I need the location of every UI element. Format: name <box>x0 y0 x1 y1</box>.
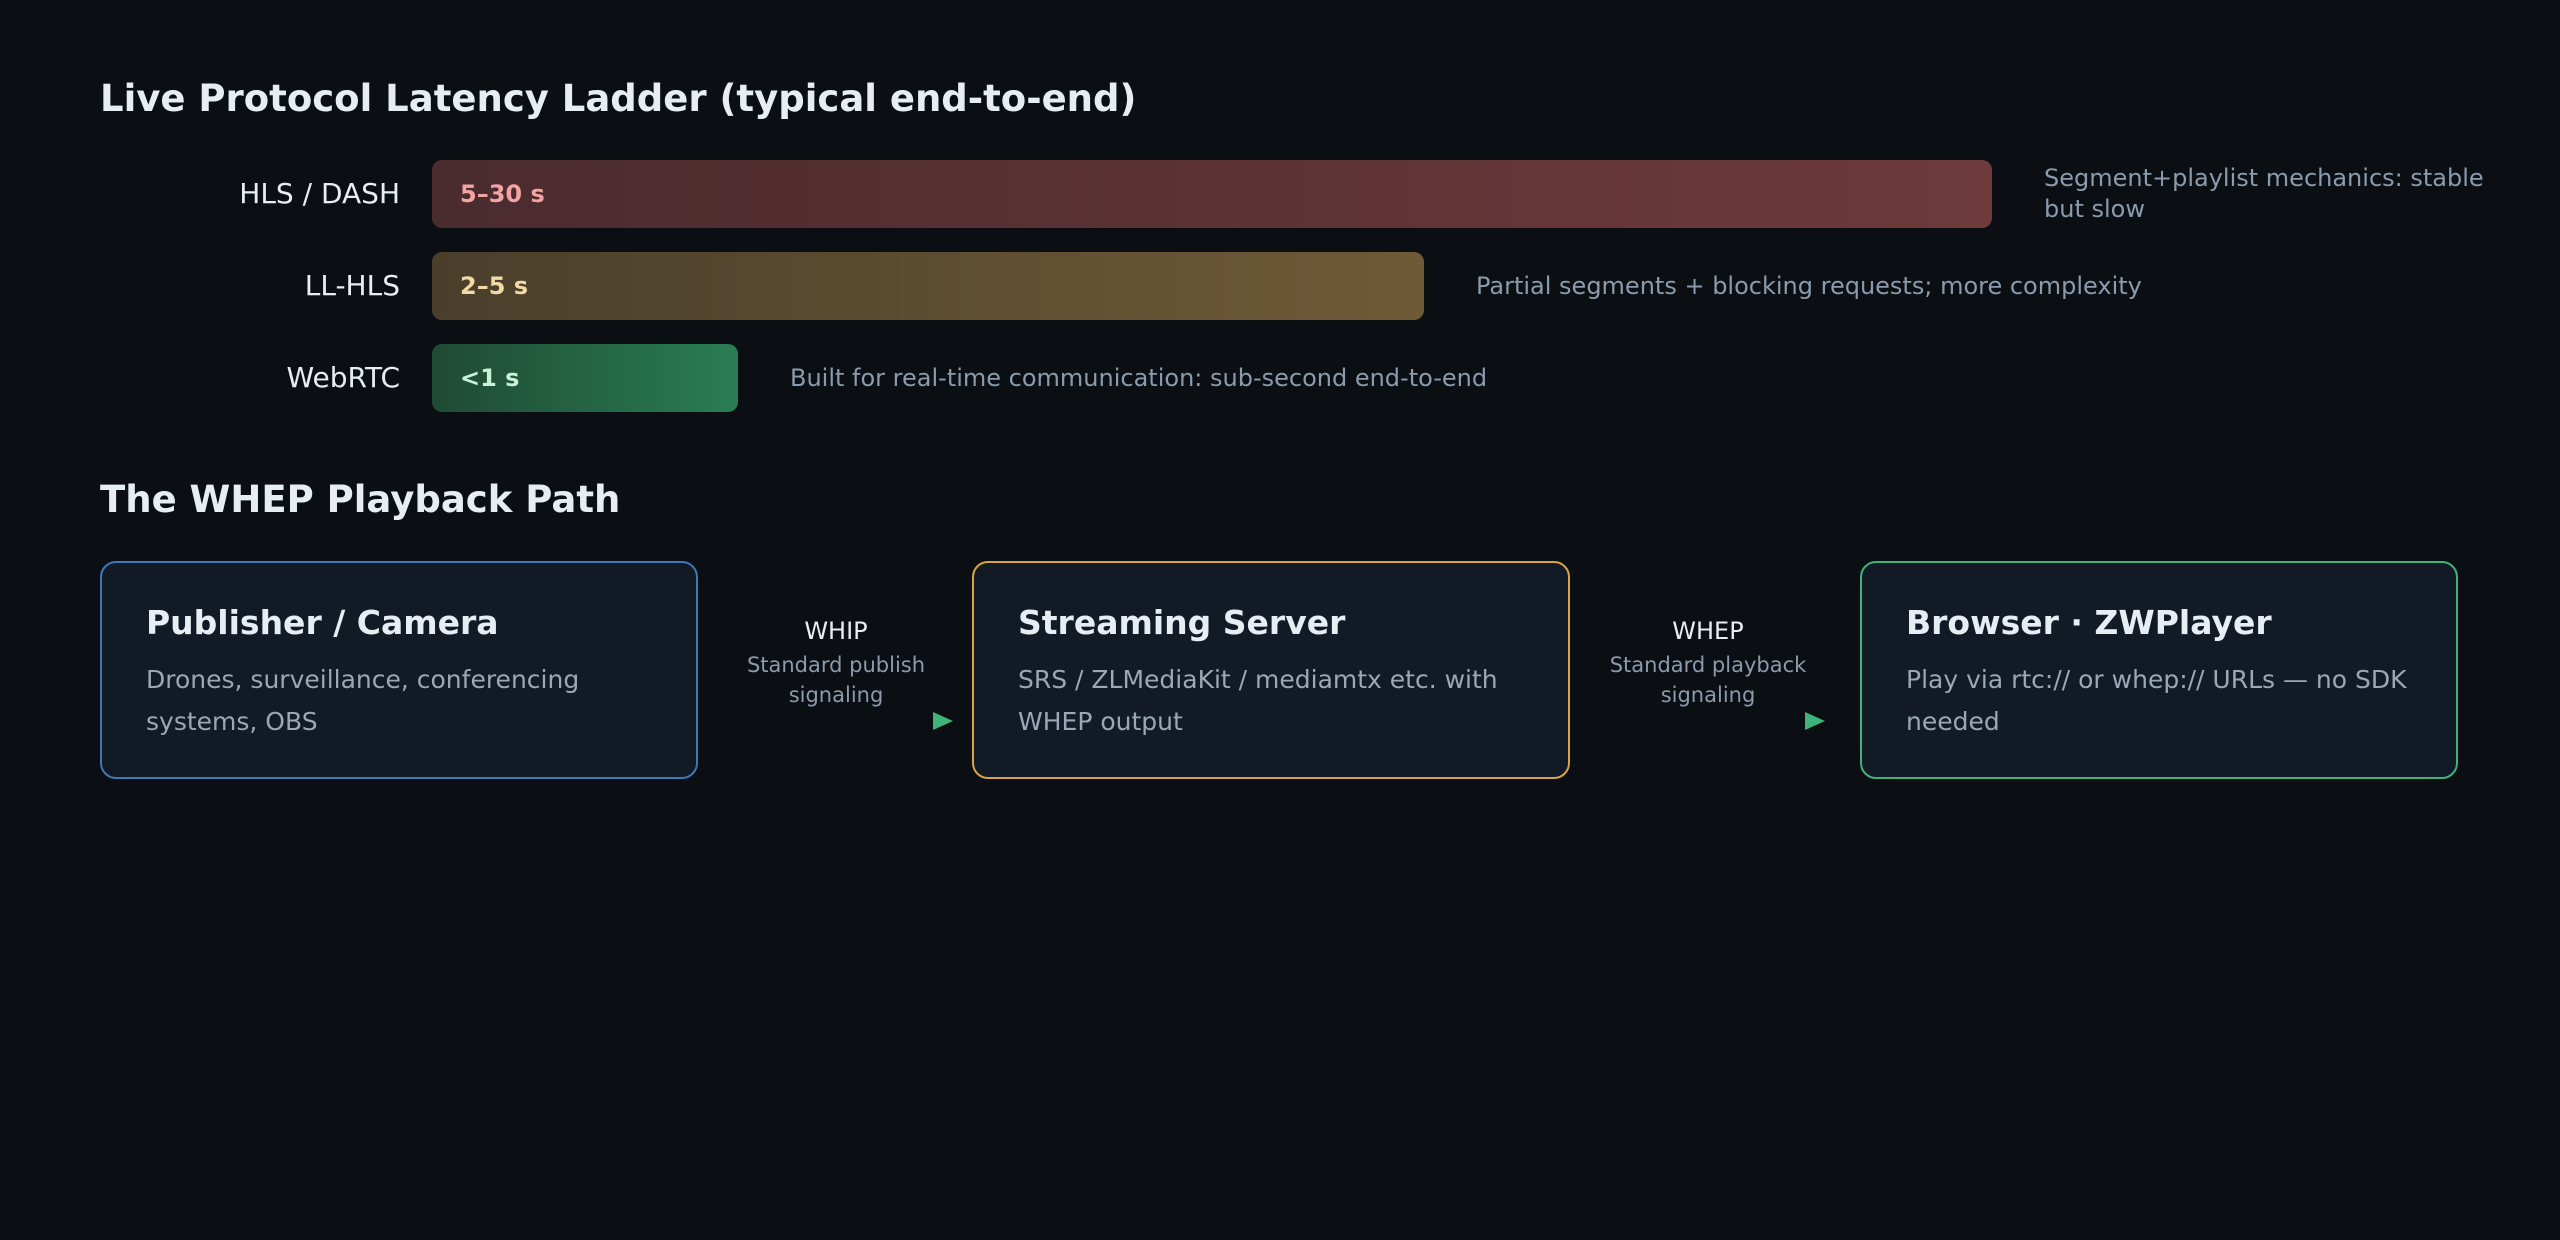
link-description: Standard playback signaling <box>1609 653 1807 707</box>
ladder-title: Live Protocol Latency Ladder (typical en… <box>100 77 1137 120</box>
protocol-note: Segment+playlist mechanics: stable but s… <box>2044 164 2484 223</box>
whip-link: WHIP Standard publish signaling <box>711 612 961 732</box>
link-name: WHEP <box>1672 617 1744 645</box>
protocol-note: Built for real-time communication: sub-s… <box>790 363 1488 392</box>
node-title: Browser · ZWPlayer <box>1906 603 2272 642</box>
browser-player-node: Browser · ZWPlayer Play via rtc:// or wh… <box>1860 561 2458 779</box>
ladder-row-ll-hls: LL-HLS 2–5 s Partial segments + blocking… <box>100 252 2500 320</box>
latency-value: 2–5 s <box>460 272 529 300</box>
node-description: SRS / ZLMediaKit / mediamtx etc. with WH… <box>1018 664 1498 736</box>
right-arrow-icon <box>1583 712 1825 730</box>
protocol-label: WebRTC <box>286 361 400 394</box>
protocol-label: HLS / DASH <box>239 177 400 210</box>
latency-bar: 5–30 s <box>432 160 1992 228</box>
whep-link: WHEP Standard playback signaling <box>1583 612 1833 732</box>
link-description: Standard publish signaling <box>746 653 926 707</box>
ladder-row-webrtc: WebRTC <1 s Built for real-time communic… <box>100 344 2500 412</box>
latency-value: <1 s <box>460 364 520 392</box>
link-name: WHIP <box>804 617 868 645</box>
page: Live Protocol Latency Ladder (typical en… <box>0 0 2560 1240</box>
streaming-server-node: Streaming Server SRS / ZLMediaKit / medi… <box>972 561 1570 779</box>
protocol-label: LL-HLS <box>304 269 400 302</box>
publisher-node: Publisher / Camera Drones, surveillance,… <box>100 561 698 779</box>
path-title: The WHEP Playback Path <box>100 478 621 521</box>
latency-value: 5–30 s <box>460 180 545 208</box>
ladder-row-hls-dash: HLS / DASH 5–30 s Segment+playlist mecha… <box>100 160 2500 228</box>
latency-bar: 2–5 s <box>432 252 1424 320</box>
node-description: Drones, surveillance, conferencing syste… <box>146 664 580 736</box>
node-description: Play via rtc:// or whep:// URLs — no SDK… <box>1906 664 2407 736</box>
right-arrow-icon <box>711 712 953 730</box>
protocol-note: Partial segments + blocking requests; mo… <box>1476 271 2142 300</box>
node-title: Streaming Server <box>1018 603 1346 642</box>
latency-bar: <1 s <box>432 344 738 412</box>
node-title: Publisher / Camera <box>146 603 499 642</box>
